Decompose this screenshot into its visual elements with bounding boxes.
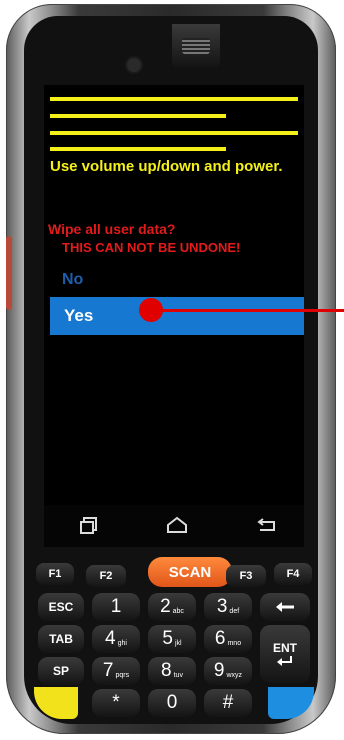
side-button[interactable]: [6, 236, 12, 310]
backspace-icon: [276, 602, 294, 612]
blue-function-key[interactable]: [268, 687, 314, 719]
tab-key[interactable]: TAB: [38, 625, 84, 653]
enter-key[interactable]: ENT: [260, 625, 310, 683]
option-yes[interactable]: Yes: [50, 297, 304, 335]
warning-text: THIS CAN NOT BE UNDONE!: [62, 240, 241, 255]
instruction-text: Use volume up/down and power.: [50, 158, 283, 175]
speaker-grill: [182, 38, 210, 54]
option-yes-label: Yes: [64, 306, 94, 325]
nav-bar: [44, 505, 304, 547]
enter-icon: [277, 656, 292, 666]
header-line-1: [50, 97, 298, 101]
f3-key[interactable]: F3: [226, 565, 266, 587]
callout-line: [150, 309, 344, 312]
back-icon[interactable]: [256, 515, 278, 540]
f1-key[interactable]: F1: [36, 563, 74, 585]
key-star[interactable]: *: [92, 689, 140, 717]
yellow-function-key[interactable]: [34, 687, 78, 719]
key-3[interactable]: 3 def: [204, 593, 252, 621]
key-7[interactable]: 7 pqrs: [92, 657, 140, 685]
recovery-screen: Use volume up/down and power. Wipe all u…: [44, 85, 304, 505]
key-8[interactable]: 8 tuv: [148, 657, 196, 685]
key-2[interactable]: 2 abc: [148, 593, 196, 621]
speaker-notch: [172, 24, 220, 70]
backspace-key[interactable]: [260, 593, 310, 621]
f2-key[interactable]: F2: [86, 565, 126, 587]
key-6[interactable]: 6 mno: [204, 625, 252, 653]
esc-key[interactable]: ESC: [38, 593, 84, 621]
callout-dot: [139, 298, 163, 322]
keypad: F1 F2 SCAN F3 F4 ESC 1 2 abc 3 def TAB 4 gh…: [28, 553, 318, 723]
scan-button[interactable]: SCAN: [148, 557, 232, 587]
key-0[interactable]: 0: [148, 689, 196, 717]
option-no[interactable]: No: [62, 271, 83, 289]
header-line-2: [50, 114, 226, 118]
key-1[interactable]: 1: [92, 593, 140, 621]
wipe-prompt: Wipe all user data?: [48, 221, 176, 237]
front-camera: [127, 58, 141, 72]
home-icon[interactable]: [166, 515, 188, 540]
key-hash[interactable]: #: [204, 689, 252, 717]
sp-key[interactable]: SP: [38, 657, 84, 685]
header-line-4: [50, 147, 226, 151]
key-4[interactable]: 4 ghi: [92, 625, 140, 653]
recent-apps-icon[interactable]: [80, 515, 100, 540]
key-5[interactable]: 5 jkl: [148, 625, 196, 653]
f4-key[interactable]: F4: [274, 563, 312, 585]
header-line-3: [50, 131, 298, 135]
key-9[interactable]: 9 wxyz: [204, 657, 252, 685]
